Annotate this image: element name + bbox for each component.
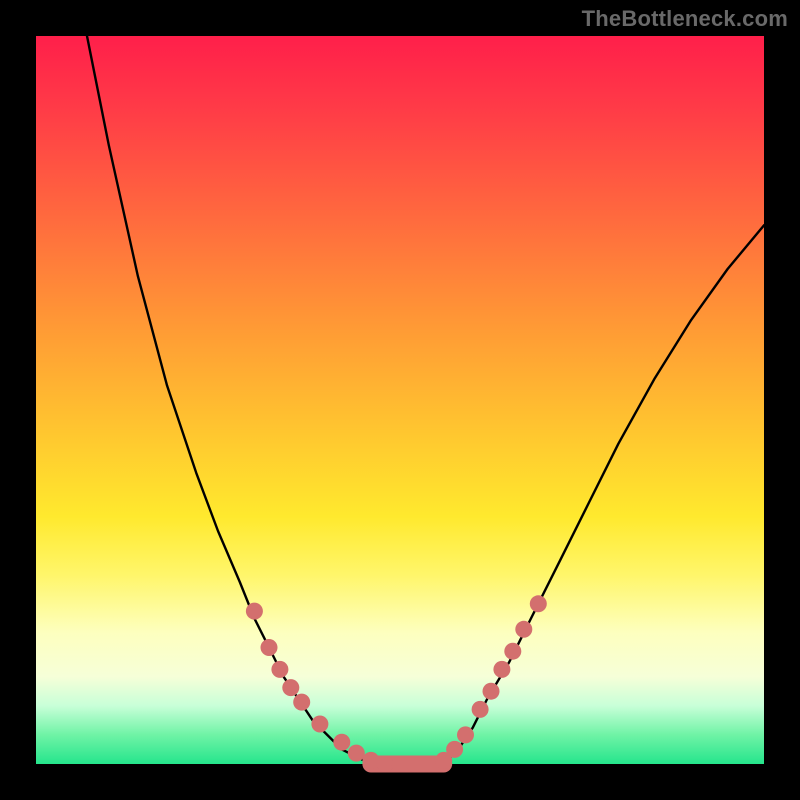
data-point-marker	[493, 661, 510, 678]
data-point-marker	[406, 756, 423, 773]
data-point-marker	[377, 756, 394, 773]
data-point-marker	[515, 621, 532, 638]
chart-frame: TheBottleneck.com	[0, 0, 800, 800]
data-point-marker	[504, 643, 521, 660]
data-point-marker	[271, 661, 288, 678]
bottleneck-curve	[87, 36, 764, 764]
data-point-marker	[483, 683, 500, 700]
watermark-text: TheBottleneck.com	[582, 6, 788, 32]
data-point-marker	[457, 726, 474, 743]
data-point-marker	[362, 752, 379, 769]
data-point-marker	[293, 694, 310, 711]
data-point-marker	[392, 756, 409, 773]
data-point-marker	[421, 756, 438, 773]
marker-group	[246, 595, 547, 772]
chart-svg	[36, 36, 764, 764]
data-point-marker	[333, 734, 350, 751]
data-point-marker	[282, 679, 299, 696]
data-point-marker	[311, 716, 328, 733]
series-group	[87, 36, 764, 764]
data-point-marker	[246, 603, 263, 620]
data-point-marker	[261, 639, 278, 656]
data-point-marker	[446, 741, 463, 758]
plot-area	[36, 36, 764, 764]
data-point-marker	[530, 595, 547, 612]
data-point-marker	[348, 745, 365, 762]
data-point-marker	[472, 701, 489, 718]
